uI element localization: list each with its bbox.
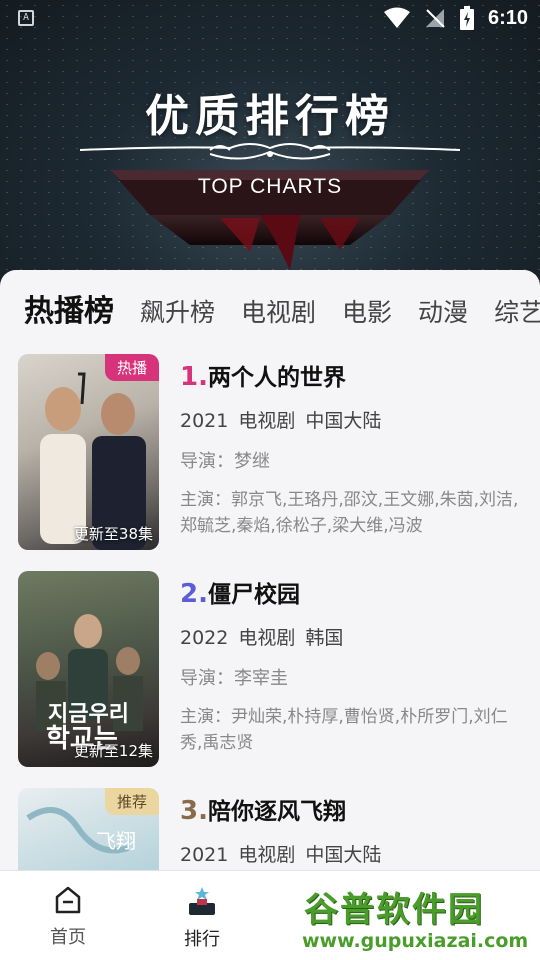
- category-tabs: 热播榜 飙升榜 电视剧 电影 动漫 综艺: [24, 286, 540, 330]
- list-item[interactable]: 飞翔 推荐 3.陪你逐风飞翔 2021 电视剧 中国大陆: [18, 788, 528, 870]
- director: 导演：李宰圭: [180, 668, 288, 689]
- svg-text:飞翔: 飞翔: [96, 829, 136, 853]
- year: 2021: [180, 410, 229, 432]
- status-bar: A 6:10: [0, 0, 540, 38]
- item-title[interactable]: 3.陪你逐风飞翔: [180, 792, 520, 826]
- ornament-divider-icon: [80, 143, 460, 160]
- item-meta: 2021 电视剧 中国大陆: [180, 840, 520, 867]
- tab-anime[interactable]: 动漫: [418, 293, 468, 329]
- nav-home-label: 首页: [50, 927, 86, 948]
- page-title: 优质排行榜: [145, 91, 395, 142]
- home-icon: [55, 886, 81, 914]
- rank-podium-icon: [189, 887, 215, 915]
- list-item[interactable]: 热播 更新至38集 1.两个人的世界 2021 电视剧 中国大陆 导演：梦继 主演：…: [18, 354, 528, 550]
- ranking-card: 热播榜 飙升榜 电视剧 电影 动漫 综艺 热播 更新至38集 1.两个人的世界 …: [0, 270, 540, 870]
- status-badge: 热播: [104, 354, 159, 381]
- category: 电视剧: [238, 410, 296, 432]
- tab-hot[interactable]: 热播榜: [24, 286, 114, 330]
- app-notification-icon: A: [18, 10, 34, 26]
- item-meta: 2022 电视剧 韩国: [180, 623, 520, 650]
- list-item[interactable]: 지금우리 학교는 更新至12集 2.僵尸校园 2022 电视剧 韩国 导演：李宰圭 …: [18, 571, 528, 767]
- tab-tv[interactable]: 电视剧: [241, 293, 316, 329]
- rank-number: 2.: [180, 579, 208, 609]
- item-meta: 2021 电视剧 中国大陆: [180, 406, 520, 433]
- title-text: 陪你逐风飞翔: [207, 799, 346, 825]
- episode-update-label: 更新至12集: [73, 742, 153, 760]
- wifi-icon: [383, 7, 410, 28]
- poster-image[interactable]: 지금우리 학교는 更新至12集: [18, 571, 159, 767]
- year: 2021: [180, 844, 229, 866]
- director: 导演：梦继: [180, 451, 270, 472]
- nav-home[interactable]: 首页: [28, 885, 108, 949]
- tab-variety[interactable]: 综艺: [494, 293, 540, 329]
- category: 电视剧: [238, 627, 296, 649]
- poster-art: 지금우리 학교는: [36, 614, 143, 754]
- region: 中国大陆: [305, 844, 382, 866]
- tab-rising[interactable]: 飙升榜: [140, 293, 215, 329]
- cast: 主演：尹灿荣,朴持厚,曹怡贤,朴所罗门,刘仁秀,禹志贤: [180, 707, 508, 753]
- year: 2022: [180, 627, 229, 649]
- item-title[interactable]: 2.僵尸校园: [180, 575, 520, 609]
- watermark-logo: 谷普软件园 www.gupuxiazai.com: [296, 874, 540, 960]
- category: 电视剧: [238, 844, 296, 866]
- rank-number: 1.: [180, 362, 208, 392]
- region: 韩国: [305, 627, 344, 649]
- no-signal-icon: [425, 9, 445, 28]
- rank-number: 3.: [180, 796, 208, 826]
- nav-rank-label: 排行: [184, 929, 220, 950]
- region: 中国大陆: [305, 410, 382, 432]
- status-time: 6:10: [487, 6, 528, 29]
- header-banner: A 6:10 优质排行榜 TOP CHARTS: [0, 0, 540, 300]
- status-badge: 推荐: [104, 788, 159, 815]
- episode-update-label: 更新至38集: [73, 525, 153, 543]
- item-title[interactable]: 1.两个人的世界: [180, 358, 520, 392]
- title-text: 僵尸校园: [207, 582, 300, 608]
- nav-rank[interactable]: 排行: [162, 885, 242, 951]
- watermark-url: www.gupuxiazai.com: [302, 930, 529, 952]
- poster-image[interactable]: 飞翔 推荐: [18, 788, 159, 870]
- battery-icon: [459, 6, 474, 30]
- title-text: 两个人的世界: [207, 365, 346, 391]
- poster-art: [40, 372, 146, 550]
- poster-image[interactable]: 热播 更新至38集: [18, 354, 159, 550]
- cast: 主演：郭京飞,王珞丹,邵汶,王文娜,朱茵,刘洁,郑毓芝,秦焰,徐松子,梁大维,冯…: [180, 490, 519, 536]
- page-subtitle: TOP CHARTS: [197, 175, 343, 198]
- watermark-text: 谷普软件园: [304, 890, 484, 930]
- tab-movie[interactable]: 电影: [342, 293, 392, 329]
